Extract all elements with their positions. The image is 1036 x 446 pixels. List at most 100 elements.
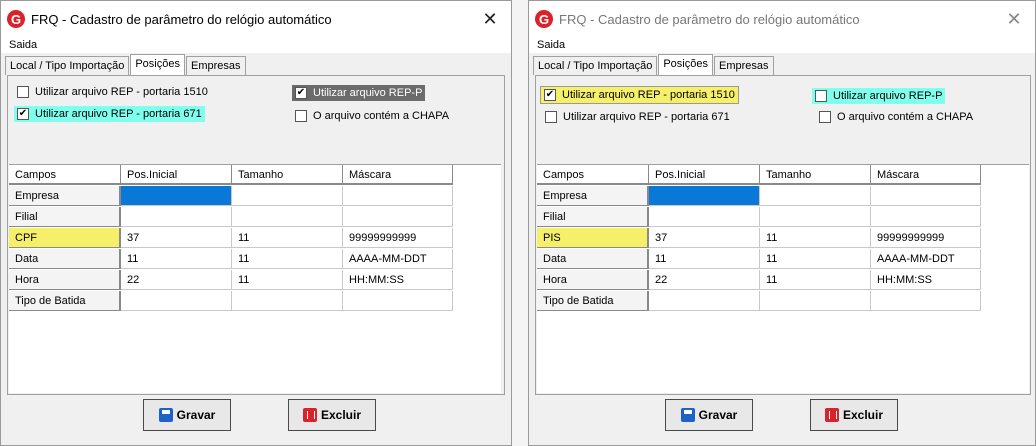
delete-button[interactable]: Excluir — [288, 399, 376, 431]
grid-cell[interactable] — [232, 291, 343, 311]
checkbox-rep-1510[interactable]: ✔ Utilizar arquivo REP - portaria 1510 — [540, 86, 739, 104]
close-icon[interactable]: ✕ — [1003, 9, 1025, 29]
grid-cell[interactable]: AAAA-MM-DDT — [871, 249, 981, 269]
grid-cell[interactable] — [343, 291, 453, 311]
grid-cell[interactable]: HH:MM:SS — [343, 270, 453, 290]
grid-cell[interactable] — [232, 186, 343, 206]
delete-button[interactable]: Excluir — [810, 399, 898, 431]
checkbox-rep-p[interactable]: ✔ Utilizar arquivo REP-P — [292, 85, 426, 101]
checkbox-box[interactable] — [545, 111, 557, 123]
row-header[interactable]: Hora — [9, 270, 121, 290]
table-row[interactable]: Empresa — [537, 186, 981, 207]
table-row[interactable]: CPF 37 11 99999999999 — [9, 228, 453, 249]
grid-cell[interactable]: 99999999999 — [343, 228, 453, 248]
grid-cell[interactable] — [649, 207, 760, 227]
row-header[interactable]: Hora — [537, 270, 649, 290]
row-header[interactable]: Tipo de Batida — [9, 291, 121, 311]
grid-cell[interactable] — [649, 291, 760, 311]
grid-cell[interactable]: 11 — [232, 228, 343, 248]
grid-cell[interactable]: 37 — [121, 228, 232, 248]
column-header-campos[interactable]: Campos — [537, 165, 649, 185]
checkbox-box[interactable]: ✔ — [17, 108, 29, 120]
grid-cell[interactable]: 11 — [760, 270, 871, 290]
column-header-tamanho[interactable]: Tamanho — [232, 165, 343, 185]
menu-item-saida[interactable]: Saida — [537, 39, 565, 51]
grid-cell[interactable] — [871, 207, 981, 227]
positions-grid[interactable]: Campos Pos.Inicial Tamanho Máscara Empre… — [9, 164, 501, 393]
column-header-campos[interactable]: Campos — [9, 165, 121, 185]
checkbox-box[interactable] — [295, 110, 307, 122]
table-row[interactable]: Tipo de Batida — [537, 291, 981, 312]
grid-cell[interactable] — [760, 207, 871, 227]
column-header-pos-inicial[interactable]: Pos.Inicial — [649, 165, 760, 185]
grid-cell[interactable] — [760, 186, 871, 206]
grid-cell[interactable] — [121, 291, 232, 311]
checkbox-box[interactable] — [17, 86, 29, 98]
checkbox-rep-p[interactable]: Utilizar arquivo REP-P — [812, 88, 946, 104]
row-header[interactable]: Tipo de Batida — [537, 291, 649, 311]
tab-posicoes[interactable]: Posições — [130, 54, 185, 76]
checkbox-contem-chapa[interactable]: O arquivo contém a CHAPA — [292, 108, 452, 124]
grid-cell[interactable]: AAAA-MM-DDT — [343, 249, 453, 269]
column-header-mascara[interactable]: Máscara — [343, 165, 453, 185]
grid-cell[interactable]: 11 — [121, 249, 232, 269]
checkbox-box[interactable]: ✔ — [544, 89, 556, 101]
tab-empresas[interactable]: Empresas — [185, 56, 246, 75]
grid-cell[interactable] — [121, 207, 232, 227]
column-header-pos-inicial[interactable]: Pos.Inicial — [121, 165, 232, 185]
table-row[interactable]: PIS 37 11 99999999999 — [537, 228, 981, 249]
grid-cell[interactable] — [760, 291, 871, 311]
save-button[interactable]: Gravar — [665, 399, 753, 431]
tab-local-tipo-importacao[interactable]: Local / Tipo Importação — [5, 56, 130, 75]
close-icon[interactable]: ✕ — [479, 9, 501, 29]
grid-cell[interactable]: 11 — [232, 249, 343, 269]
checkbox-contem-chapa[interactable]: O arquivo contém a CHAPA — [816, 109, 976, 125]
table-row[interactable]: Empresa — [9, 186, 453, 207]
grid-cell-selected[interactable] — [649, 186, 760, 206]
checkbox-rep-671[interactable]: ✔ Utilizar arquivo REP - portaria 671 — [14, 106, 205, 122]
grid-cell-selected[interactable] — [121, 186, 232, 206]
grid-cell[interactable]: 11 — [232, 270, 343, 290]
grid-cell[interactable]: 22 — [649, 270, 760, 290]
checkbox-rep-671[interactable]: Utilizar arquivo REP - portaria 671 — [542, 109, 733, 125]
row-header[interactable]: Data — [9, 249, 121, 269]
grid-cell[interactable] — [232, 207, 343, 227]
grid-cell[interactable]: 11 — [649, 249, 760, 269]
row-header-highlighted[interactable]: PIS — [537, 228, 649, 248]
tab-posicoes[interactable]: Posições — [658, 54, 713, 76]
table-row[interactable]: Data 11 11 AAAA-MM-DDT — [537, 249, 981, 270]
positions-grid[interactable]: Campos Pos.Inicial Tamanho Máscara Empre… — [537, 164, 1029, 393]
grid-cell[interactable]: HH:MM:SS — [871, 270, 981, 290]
row-header[interactable]: Data — [537, 249, 649, 269]
grid-cell[interactable] — [871, 186, 981, 206]
tab-empresas[interactable]: Empresas — [713, 56, 774, 75]
grid-cell[interactable]: 22 — [121, 270, 232, 290]
checkbox-box[interactable]: ✔ — [295, 87, 307, 99]
grid-cell[interactable] — [343, 207, 453, 227]
table-row[interactable]: Hora 22 11 HH:MM:SS — [537, 270, 981, 291]
menu-item-saida[interactable]: Saida — [9, 39, 37, 51]
grid-cell[interactable] — [343, 186, 453, 206]
row-header-highlighted[interactable]: CPF — [9, 228, 121, 248]
row-header[interactable]: Empresa — [9, 186, 121, 206]
checkbox-box[interactable] — [819, 111, 831, 123]
grid-cell[interactable]: 37 — [649, 228, 760, 248]
grid-cell[interactable] — [871, 291, 981, 311]
column-header-tamanho[interactable]: Tamanho — [760, 165, 871, 185]
table-row[interactable]: Data 11 11 AAAA-MM-DDT — [9, 249, 453, 270]
checkbox-box[interactable] — [815, 90, 827, 102]
table-row[interactable]: Filial — [9, 207, 453, 228]
grid-cell[interactable]: 11 — [760, 228, 871, 248]
grid-cell[interactable]: 99999999999 — [871, 228, 981, 248]
table-row[interactable]: Filial — [537, 207, 981, 228]
save-button[interactable]: Gravar — [143, 399, 231, 431]
row-header[interactable]: Filial — [9, 207, 121, 227]
grid-cell[interactable]: 11 — [760, 249, 871, 269]
column-header-mascara[interactable]: Máscara — [871, 165, 981, 185]
checkbox-rep-1510[interactable]: Utilizar arquivo REP - portaria 1510 — [14, 84, 211, 100]
row-header[interactable]: Filial — [537, 207, 649, 227]
tab-local-tipo-importacao[interactable]: Local / Tipo Importação — [533, 56, 658, 75]
row-header[interactable]: Empresa — [537, 186, 649, 206]
table-row[interactable]: Hora 22 11 HH:MM:SS — [9, 270, 453, 291]
table-row[interactable]: Tipo de Batida — [9, 291, 453, 312]
